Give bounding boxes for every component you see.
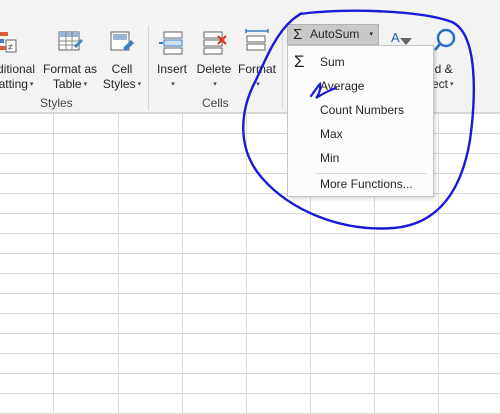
- group-divider: [148, 26, 149, 110]
- grid-row-line: [0, 273, 500, 274]
- sigma-icon: Σ: [294, 52, 305, 71]
- menu-item-sum[interactable]: Σ Sum: [288, 51, 433, 73]
- grid-row-line: [0, 313, 500, 314]
- grid-row-line: [0, 253, 500, 254]
- grid-row-line: [0, 353, 500, 354]
- format-cells-icon: [245, 29, 269, 51]
- format-label: Format: [237, 62, 276, 76]
- styles-group-label: Styles: [40, 96, 73, 110]
- insert-label: Insert: [156, 62, 187, 76]
- delete-label: Delete: [196, 62, 232, 76]
- menu-item-label: More Functions...: [320, 177, 413, 191]
- conditional-formatting-label-1: ditional: [0, 62, 36, 76]
- autosum-button[interactable]: Σ AutoSum ▾: [287, 24, 379, 45]
- sigma-icon: Σ: [293, 26, 303, 43]
- find-magnifier-icon: [434, 28, 456, 51]
- insert-cells-icon: [159, 31, 183, 55]
- cells-group-label: Cells: [202, 96, 229, 110]
- grid-row-line: [0, 233, 500, 234]
- delete-caret: ▾: [213, 81, 217, 88]
- conditional-formatting-button[interactable]: ≠ ditional atting ▾: [0, 0, 40, 94]
- autosum-label: AutoSum: [310, 27, 360, 41]
- svg-text:A: A: [391, 30, 400, 45]
- svg-text:≠: ≠: [8, 42, 13, 52]
- menu-item-more-functions[interactable]: More Functions...: [288, 173, 433, 195]
- insert-caret: ▾: [171, 81, 175, 88]
- format-caret: ▾: [256, 81, 260, 88]
- insert-button[interactable]: Insert ▾: [152, 0, 192, 94]
- menu-item-label: Sum: [320, 55, 345, 69]
- grid-row-line: [0, 393, 500, 394]
- grid-row-line: [0, 333, 500, 334]
- cell-styles-label-2: Styles ▾: [102, 77, 142, 91]
- delete-cells-icon: [203, 31, 227, 55]
- grid-row-line: [0, 213, 500, 214]
- cell-styles-button[interactable]: Cell Styles ▾: [100, 0, 144, 94]
- find-select-label-2: ect ▾: [432, 77, 454, 91]
- menu-item-label: Max: [320, 127, 343, 141]
- format-as-table-button[interactable]: Format as Table ▾: [40, 0, 100, 94]
- autosum-dropdown-menu: Σ Sum Average Count Numbers Max Min More…: [287, 45, 434, 197]
- menu-item-min[interactable]: Min: [288, 147, 433, 169]
- menu-item-label: Average: [320, 79, 365, 93]
- grid-column-line: [118, 113, 119, 414]
- grid-column-line: [53, 113, 54, 414]
- menu-item-label: Min: [320, 151, 340, 165]
- cell-styles-icon: [110, 31, 134, 51]
- grid-column-line: [438, 113, 439, 414]
- conditional-formatting-icon: ≠: [0, 32, 17, 53]
- group-divider: [282, 26, 283, 110]
- format-as-table-label-2: Table ▾: [52, 77, 88, 91]
- cell-styles-label-1: Cell: [111, 62, 133, 76]
- menu-item-count-numbers[interactable]: Count Numbers: [288, 99, 433, 121]
- conditional-formatting-label-2: atting ▾: [0, 77, 34, 91]
- chevron-down-icon: ▾: [369, 31, 373, 38]
- delete-button[interactable]: Delete ▾: [194, 0, 234, 94]
- find-select-label-1: nd &: [428, 62, 453, 76]
- format-button[interactable]: Format ▾: [236, 0, 278, 94]
- format-as-table-label-1: Format as: [42, 62, 97, 76]
- grid-column-line: [246, 113, 247, 414]
- grid-column-line: [182, 113, 183, 414]
- grid-row-line: [0, 373, 500, 374]
- menu-item-label: Count Numbers: [320, 103, 405, 117]
- format-as-table-icon: [58, 31, 83, 51]
- menu-item-average[interactable]: Average: [288, 75, 433, 97]
- menu-item-max[interactable]: Max: [288, 123, 433, 145]
- grid-row-line: [0, 293, 500, 294]
